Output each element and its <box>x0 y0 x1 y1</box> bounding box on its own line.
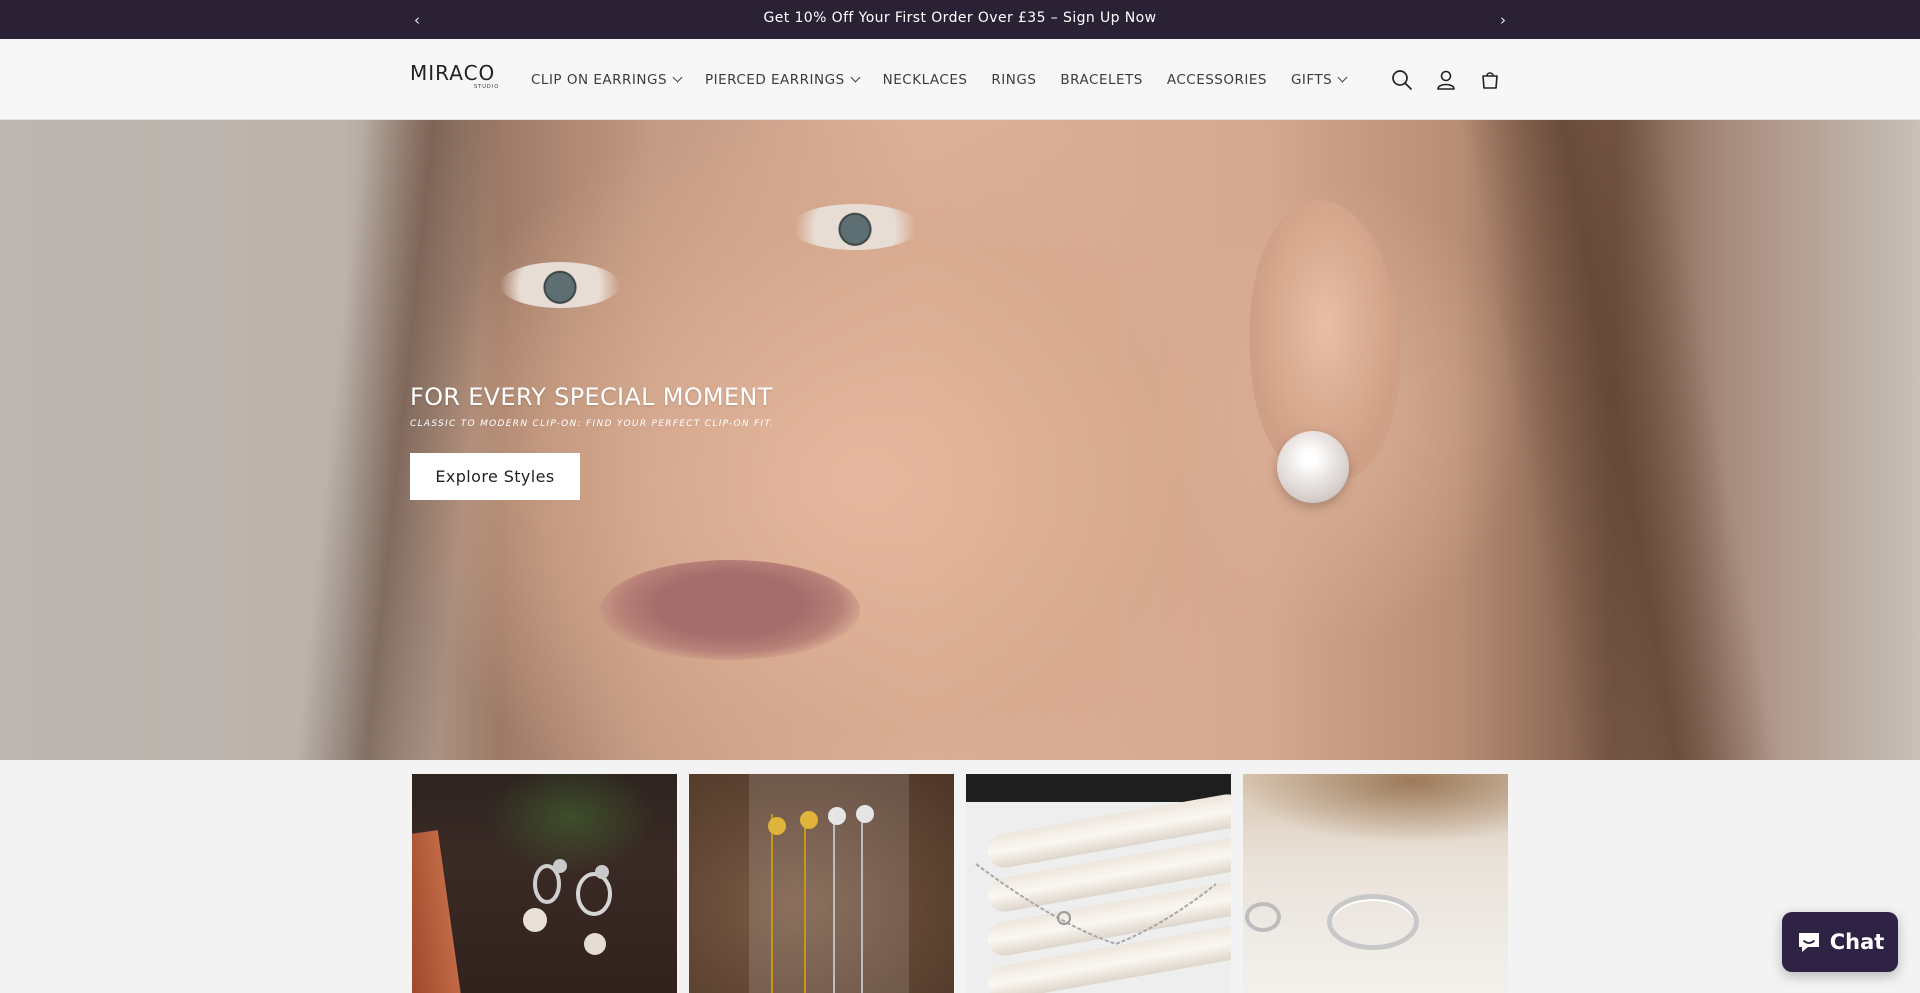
chevron-down-icon <box>1337 72 1348 83</box>
flower-drop-earrings-image[interactable] <box>689 774 954 993</box>
nav-clip-on-earrings[interactable]: CLIP ON EARRINGS <box>531 71 683 88</box>
chat-bubble-icon <box>1798 933 1819 952</box>
search-icon[interactable] <box>1390 68 1414 92</box>
explore-styles-button[interactable]: Explore Styles <box>410 453 580 500</box>
earrings-graphic <box>523 859 612 955</box>
hero-title: FOR EVERY SPECIAL MOMENT <box>410 383 773 411</box>
logo-subtext: STUDIO <box>474 84 500 90</box>
announcement-text[interactable]: Get 10% Off Your First Order Over £35 – … <box>0 0 1920 39</box>
chat-button[interactable]: Chat <box>1782 912 1898 972</box>
nav-rings[interactable]: RINGS <box>991 72 1036 88</box>
nav-label: ACCESSORIES <box>1166 71 1267 88</box>
nav-accessories[interactable]: ACCESSORIES <box>1167 72 1267 88</box>
tile-decoration <box>1327 894 1419 950</box>
announcement-next-button[interactable]: › <box>1488 0 1518 39</box>
hero-image-lips <box>600 560 860 660</box>
nav-label: GIFTS <box>1290 71 1333 88</box>
main-navigation: CLIP ON EARRINGS PIERCED EARRINGS NECKLA… <box>531 39 1370 120</box>
chevron-down-icon <box>672 72 683 83</box>
announcement-bar: ‹ Get 10% Off Your First Order Over £35 … <box>0 0 1920 39</box>
nav-bracelets[interactable]: BRACELETS <box>1060 72 1142 88</box>
silver-necklace-image[interactable] <box>966 774 1231 993</box>
nav-label: BRACELETS <box>1060 71 1143 88</box>
nav-pierced-earrings[interactable]: PIERCED EARRINGS <box>705 71 861 88</box>
hero-subtitle: CLASSIC TO MODERN CLIP-ON: FIND YOUR PER… <box>410 419 775 429</box>
pearl-drop-earrings-image[interactable] <box>412 774 677 993</box>
necklace-graphic <box>975 863 1217 946</box>
collection-tiles <box>412 774 1508 993</box>
nav-necklaces[interactable]: NECKLACES <box>883 72 968 88</box>
hero-banner: FOR EVERY SPECIAL MOMENT CLASSIC TO MODE… <box>0 120 1920 760</box>
hero-text-block: FOR EVERY SPECIAL MOMENT CLASSIC TO MODE… <box>410 382 774 430</box>
store-logo[interactable]: MIRACO STUDIO <box>410 63 502 97</box>
cart-icon[interactable] <box>1478 68 1502 92</box>
tile-decoration <box>1243 774 1508 844</box>
site-header: MIRACO STUDIO CLIP ON EARRINGS PIERCED E… <box>0 39 1920 120</box>
nav-label: RINGS <box>991 71 1037 88</box>
logo-wordmark: MIRACO <box>410 61 496 85</box>
flowers-graphic <box>768 805 874 835</box>
nav-label: CLIP ON EARRINGS <box>531 71 668 88</box>
hero-image-hair-left <box>292 120 508 760</box>
nav-label: NECKLACES <box>882 71 968 88</box>
nav-gifts[interactable]: GIFTS <box>1290 71 1348 88</box>
nav-label: PIERCED EARRINGS <box>705 71 845 88</box>
hero-image-hair-right <box>1459 120 1781 760</box>
pearl-earring-image <box>1277 431 1349 503</box>
header-icons <box>1390 39 1522 120</box>
tile-decoration <box>1245 902 1281 932</box>
hero-image-eye <box>500 262 620 308</box>
hero-image-eye <box>790 204 920 250</box>
chevron-down-icon <box>850 72 861 83</box>
silver-ring-image[interactable] <box>1243 774 1508 993</box>
chat-label: Chat <box>1829 930 1885 954</box>
account-icon[interactable] <box>1434 68 1458 92</box>
